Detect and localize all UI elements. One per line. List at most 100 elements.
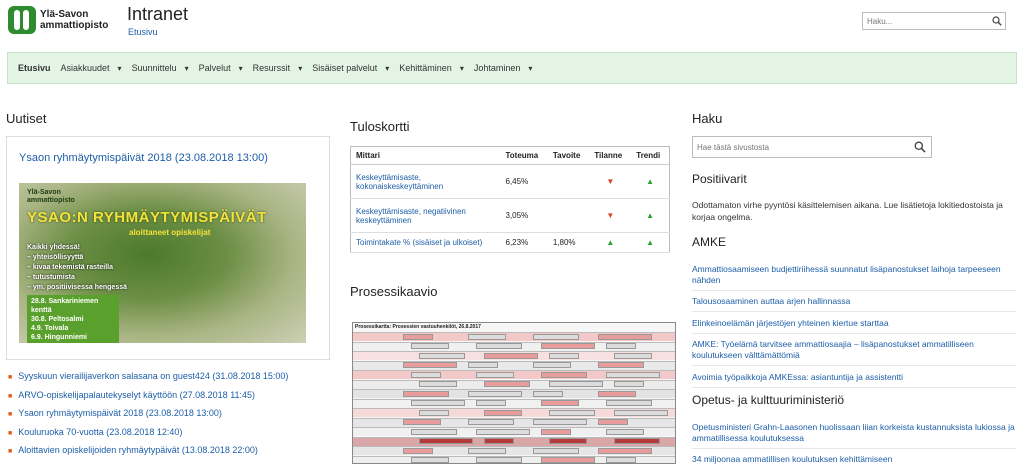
process-block [541,343,595,349]
dropdown-icon[interactable]: ▾ [385,64,389,73]
process-block [468,390,522,397]
metric-link[interactable]: Toimintakate % (sisäiset ja ulkoiset) [356,238,482,247]
okm-link[interactable]: Opetusministeri Grahn-Laasonen huolissaa… [692,422,1015,443]
scorecard-heading: Tuloskortti [350,119,410,134]
bullet-icon: ■ [8,374,13,381]
amke-list-item: Ammattiosaamiseen budjettiriihessä suunn… [692,262,1016,291]
process-chart-image[interactable]: Prosessikartta: Prosessien vastuuhenkilö… [352,322,676,464]
process-block [614,381,644,387]
nav-item-label: Suunnittelu [131,63,177,73]
scorecard-row: Keskeyttämisaste, kokonaiskeskeyttäminen… [350,164,670,199]
featured-news-image[interactable]: Ylä-Savon ammattiopisto YSAO:N RYHMÄYTYM… [19,183,306,343]
amke-list-item: Avoimia työpaikkoja AMKEssa: asiantuntij… [692,370,1016,388]
bullet-icon: ■ [8,448,13,455]
trend-up-icon: ▲ [646,238,655,247]
site-search-input[interactable] [693,142,909,152]
nav-item-4[interactable]: Resurssit ▾ [253,63,303,73]
amke-link[interactable]: Ammattiosaamiseen budjettiriihessä suunn… [692,264,1001,285]
dropdown-icon[interactable]: ▾ [460,64,464,73]
process-block [598,390,636,397]
amke-link[interactable]: AMKE: Työelämä tarvitsee ammattiosaajia … [692,339,974,360]
top-search-box [862,12,1006,30]
trend-up-icon: ▲ [646,177,655,186]
amke-link[interactable]: Elinkeinoelämän järjestöjen yhteinen kie… [692,318,889,328]
site-logo[interactable]: Ylä-Savon ammattiopisto [8,6,118,34]
nav-item-7[interactable]: Johtaminen ▾ [474,63,533,73]
breadcrumb-home[interactable]: Etusivu [128,27,158,37]
nav-item-5[interactable]: Sisäiset palvelut ▾ [312,63,389,73]
scorecard-header-row: Mittari Toteuma Tavoite Tilanne Trendi [350,146,670,165]
process-block [549,438,587,444]
process-block [419,409,449,416]
process-block [484,409,522,416]
status-down-icon: ▼ [606,177,615,186]
process-block [533,419,587,425]
process-block [614,409,668,416]
process-block [606,428,644,435]
positiivarit-error-text: Odottamaton virhe pyyntösi käsittelemise… [692,200,1003,222]
process-block [614,352,652,359]
dropdown-icon[interactable]: ▾ [239,64,243,73]
news-list-item: ■Aloittavien opiskelijoiden ryhmäytypäiv… [8,461,288,464]
news-link[interactable]: ARVO-opiskelijapalautekyselyt käyttöön (… [18,390,255,400]
process-block [468,333,506,340]
news-link[interactable]: Syyskuun vierailijaverkon salasana on gu… [18,371,288,381]
nav-item-2[interactable]: Suunnittelu ▾ [132,63,189,73]
search-icon[interactable] [989,13,1005,29]
search-icon[interactable] [909,137,931,157]
amke-list-item: Elinkeinoelämän järjestöjen yhteinen kie… [692,316,1016,334]
process-heading: Prosessikaavio [350,284,438,299]
process-block [476,400,506,406]
amke-link[interactable]: Avoimia työpaikkoja AMKEssa: asiantuntij… [692,372,903,382]
image-bullets: Kaikki yhdessä! – yhteisöllisyyttä – kiv… [27,244,127,291]
featured-news-title[interactable]: Ysaon ryhmäytymispäivät 2018 (23.08.2018… [19,152,268,164]
news-link[interactable]: Ysaon ryhmäytymispäivät 2018 (23.08.2018… [18,408,222,418]
status-down-icon: ▼ [606,211,615,220]
logo-text: Ylä-Savon ammattiopisto [40,9,109,31]
news-list-item: ■ Syyskuun vierailijaverkon salasana on g… [8,368,288,387]
process-chart-title: Prosessikartta: Prosessien vastuuhenkilö… [355,324,481,330]
process-block [533,333,579,340]
process-block [598,333,652,340]
dropdown-icon[interactable]: ▾ [185,64,189,73]
col-tavoite: Tavoite [547,146,590,165]
amke-link[interactable]: Talousosaaminen auttaa arjen hallinnassa [692,296,850,306]
nav-item-0[interactable]: Etusivu [18,63,51,73]
status-up-icon: ▲ [606,238,615,247]
nav-item-3[interactable]: Palvelut ▾ [199,63,243,73]
metric-link[interactable]: Keskeyttämisaste, kokonaiskeskeyttäminen [356,173,443,191]
process-block [484,438,514,444]
process-block [419,438,473,444]
news-link[interactable]: Kouluruoka 70-vuotta (23.08.2018 12:40) [18,427,182,437]
dropdown-icon[interactable]: ▾ [118,64,122,73]
metric-link[interactable]: Keskeyttämisaste, negatiivinen keskeyttä… [356,207,466,225]
dropdown-icon[interactable]: ▾ [528,64,532,73]
featured-news-box: Ysaon ryhmäytymispäivät 2018 (23.08.2018… [6,136,330,360]
process-block [476,457,522,463]
news-list-item: ■ ARVO-opiskelijapalautekyselyt käyttöön … [8,387,288,406]
process-block [598,362,644,368]
process-block [403,390,449,397]
top-search-input[interactable] [863,16,989,26]
process-block [533,447,579,454]
process-block [541,371,587,378]
process-block [411,428,457,435]
process-block [549,381,603,387]
process-block [419,381,457,387]
nav-item-1[interactable]: Asiakkuudet ▾ [61,63,122,73]
news-list: ■ Syyskuun vierailijaverkon salasana on g… [8,368,288,464]
bullet-icon: ■ [8,411,13,418]
okm-link[interactable]: 34 miljoonaa ammatillisen koulutuksen ke… [692,454,892,464]
process-block [411,457,449,463]
dropdown-icon[interactable]: ▾ [298,64,302,73]
tavoite-value [547,198,590,233]
process-block [468,447,506,454]
nav-item-label: Etusivu [18,63,51,73]
process-block [403,333,433,340]
news-link[interactable]: Aloittavien opiskelijoiden ryhmäytypäivä… [18,445,258,455]
process-block [403,419,441,425]
positiivarit-heading: Positiivarit [692,172,747,186]
nav-item-6[interactable]: Kehittäminen ▾ [399,63,464,73]
process-block [468,419,514,425]
okm-heading: Opetus- ja kulttuuriministeriö [692,393,845,407]
